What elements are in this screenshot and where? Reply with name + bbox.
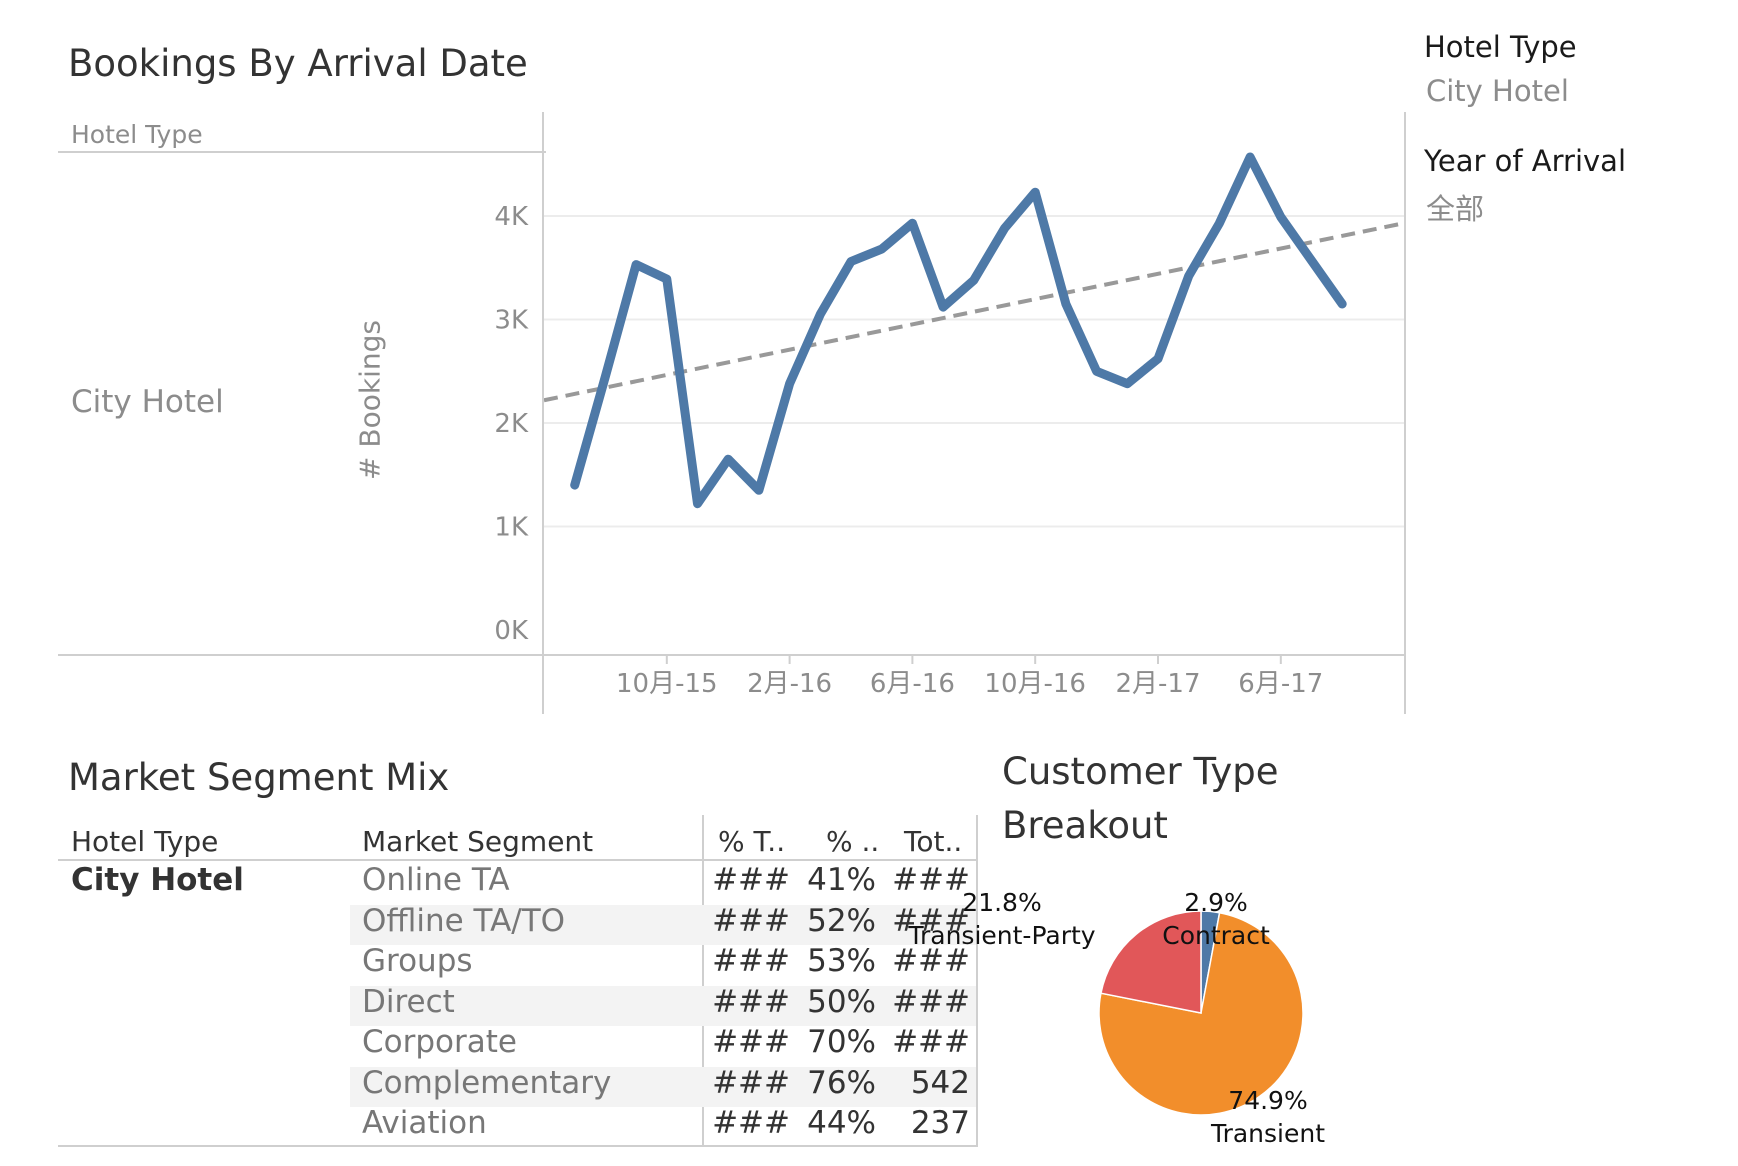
- table-header-market-segment: Market Segment: [362, 825, 594, 858]
- pct-total-cell: ###: [712, 862, 790, 898]
- data-point[interactable]: [1183, 270, 1195, 282]
- pie-title-line2: Breakout: [1002, 804, 1168, 847]
- pct-total-cell: ###: [712, 1105, 790, 1141]
- table-title: Market Segment Mix: [68, 756, 450, 799]
- x-tick-label: 2月-17: [1115, 669, 1200, 699]
- filter-hotel-type-value[interactable]: City Hotel: [1426, 74, 1569, 108]
- line-chart: 0K 1K 2K 3K 4K 10月-15 2月-16 6月-16 10月-16 2月-17 6月-…: [494, 151, 1405, 699]
- data-point[interactable]: [1336, 298, 1348, 310]
- data-point[interactable]: [753, 484, 765, 496]
- data-point[interactable]: [722, 453, 734, 465]
- series-line[interactable]: [570, 152, 1347, 509]
- y-tick-label: 2K: [494, 409, 529, 439]
- pct-total-cell: ###: [712, 1024, 790, 1060]
- pie-label-percent: 74.9%: [1228, 1086, 1308, 1115]
- chart-right-border: [1404, 112, 1406, 714]
- pct-total-cell: ###: [712, 983, 790, 1020]
- market-segment-cell: Complementary: [362, 1064, 612, 1101]
- filter-year-value[interactable]: 全部: [1426, 186, 1484, 228]
- data-point[interactable]: [814, 308, 826, 320]
- data-point[interactable]: [1121, 378, 1133, 390]
- y-tick-label: 3K: [494, 306, 529, 336]
- total-cell: 237: [910, 1105, 970, 1141]
- data-point[interactable]: [1091, 365, 1103, 377]
- data-point[interactable]: [1244, 151, 1256, 163]
- total-cell: 542: [910, 1064, 970, 1101]
- data-point[interactable]: [1306, 255, 1318, 267]
- pct-cell: 41%: [807, 862, 876, 898]
- data-point[interactable]: [876, 243, 888, 255]
- table-header-divider: [58, 859, 976, 861]
- filter-hotel-type-title: Hotel Type: [1424, 30, 1577, 64]
- pct-cell: 52%: [807, 902, 876, 939]
- chart-left-border: [542, 112, 544, 714]
- y-tick-label: 4K: [494, 202, 529, 232]
- x-tick-label: 6月-17: [1238, 669, 1323, 699]
- pie-label-percent: 21.8%: [962, 888, 1042, 917]
- table-header-pct: % ..: [826, 825, 880, 858]
- data-point[interactable]: [630, 259, 642, 271]
- data-point[interactable]: [569, 479, 581, 491]
- filter-year-title: Year of Arrival: [1424, 144, 1627, 178]
- market-segment-cell: Direct: [362, 983, 455, 1020]
- pie-label-percent: 2.9%: [1184, 888, 1248, 917]
- x-tick-label: 2月-16: [747, 669, 832, 699]
- total-cell: ###: [892, 862, 970, 898]
- market-segment-cell: Offline TA/TO: [362, 902, 566, 939]
- pct-cell: 50%: [807, 983, 876, 1020]
- table-bottom-divider: [58, 1145, 976, 1147]
- pie-label-name: Transient-Party: [908, 921, 1096, 950]
- data-point[interactable]: [1029, 186, 1041, 198]
- data-point[interactable]: [906, 217, 918, 229]
- market-segment-cell: Groups: [362, 943, 473, 979]
- table-header-total: Tot..: [904, 825, 963, 858]
- x-tick-label: 10月-15: [616, 669, 718, 699]
- y-tick-label: 0K: [494, 616, 529, 646]
- data-point[interactable]: [1060, 298, 1072, 310]
- data-point[interactable]: [784, 378, 796, 390]
- market-segment-cell: Aviation: [362, 1105, 487, 1141]
- table-header-hotel-type: Hotel Type: [71, 825, 219, 858]
- pct-total-cell: ###: [712, 943, 790, 979]
- market-segment-cell: Online TA: [362, 862, 510, 898]
- data-point[interactable]: [1152, 353, 1164, 365]
- total-cell: ###: [892, 1024, 970, 1060]
- table-right-border: [976, 815, 978, 1147]
- pie-label-name: Contract: [1162, 921, 1270, 950]
- data-point[interactable]: [968, 274, 980, 286]
- table-hotel-value: City Hotel: [71, 862, 244, 898]
- pct-total-cell: ###: [712, 902, 790, 939]
- y-tick-label: 1K: [494, 513, 529, 543]
- pct-cell: 44%: [807, 1105, 876, 1141]
- data-point[interactable]: [661, 273, 673, 285]
- data-point[interactable]: [999, 222, 1011, 234]
- pie-title-line1: Customer Type: [1002, 750, 1279, 793]
- pct-total-cell: ###: [712, 1064, 790, 1101]
- data-point[interactable]: [937, 301, 949, 313]
- x-tick-label: 10月-16: [984, 669, 1086, 699]
- market-segment-cell: Corporate: [362, 1024, 517, 1060]
- data-point[interactable]: [1275, 211, 1287, 223]
- pct-cell: 53%: [807, 943, 876, 979]
- data-point[interactable]: [845, 256, 857, 268]
- x-tick-label: 6月-16: [870, 669, 955, 699]
- data-point[interactable]: [692, 498, 704, 510]
- pie-label-name: Transient: [1210, 1119, 1326, 1148]
- total-cell: ###: [892, 983, 970, 1020]
- data-point[interactable]: [1213, 217, 1225, 229]
- pct-cell: 70%: [807, 1024, 876, 1060]
- table-header-pct-total: % T..: [718, 825, 786, 858]
- pct-cell: 76%: [807, 1064, 876, 1101]
- data-point[interactable]: [599, 370, 611, 382]
